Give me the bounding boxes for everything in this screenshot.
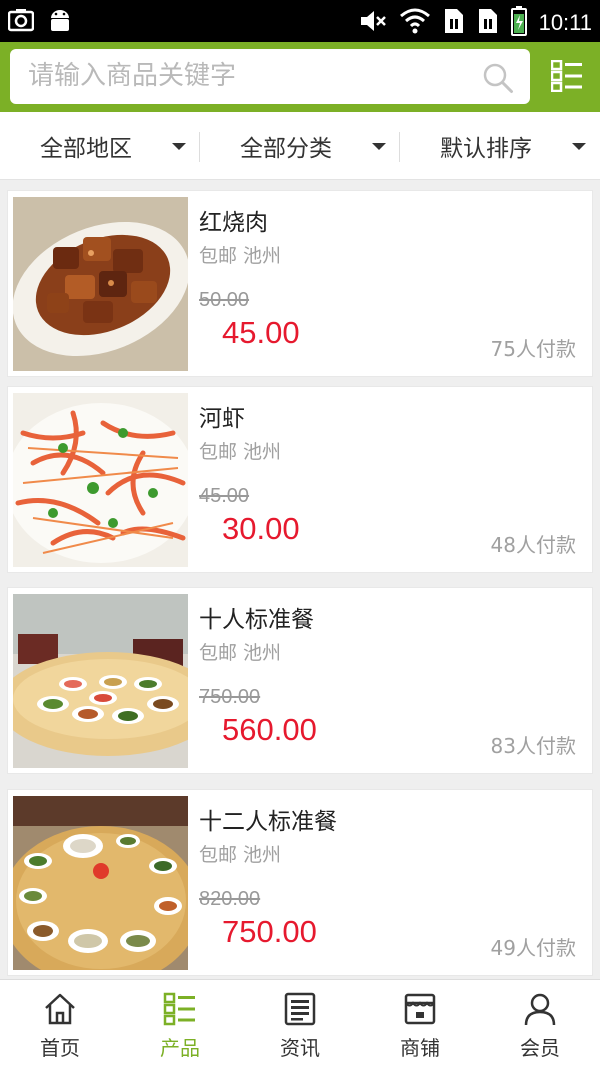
original-price: 50.00 xyxy=(199,289,250,311)
sim2-icon xyxy=(477,7,499,39)
search-icon[interactable] xyxy=(482,62,514,98)
nav-member-label: 会员 xyxy=(520,1036,560,1060)
nav-news-label: 资讯 xyxy=(280,1036,320,1060)
caret-down-icon xyxy=(172,143,186,150)
twelve-person-meal-photo[interactable] xyxy=(13,796,188,970)
sim1-icon xyxy=(443,7,465,39)
product-card[interactable]: 十人标准餐 包邮 池州 750.00 560.00 83人付款 xyxy=(7,587,593,774)
category-menu-icon[interactable] xyxy=(550,59,583,96)
paid-count: 48人付款 xyxy=(490,533,576,557)
product-card[interactable]: 河虾 包邮 池州 45.00 30.00 48人付款 xyxy=(7,386,593,573)
ten-person-meal-photo[interactable] xyxy=(13,594,188,768)
nav-products[interactable]: 产品 xyxy=(120,980,240,1067)
wifi-icon xyxy=(399,8,431,38)
status-bar: 10:11 xyxy=(0,0,600,42)
product-meta: 包邮 池州 xyxy=(199,844,282,866)
sale-price: 45.00 xyxy=(222,315,300,350)
river-shrimp-photo[interactable] xyxy=(13,393,188,567)
bottom-nav: 首页 产品 资讯 商铺 会员 xyxy=(0,979,600,1067)
sale-price: 30.00 xyxy=(222,511,300,546)
product-title[interactable]: 十二人标准餐 xyxy=(199,802,337,836)
filter-category[interactable]: 全部分类 xyxy=(200,112,400,180)
product-card[interactable]: 十二人标准餐 包邮 池州 820.00 750.00 49人付款 xyxy=(7,789,593,976)
clock: 10:11 xyxy=(538,10,592,35)
original-price: 45.00 xyxy=(199,485,250,507)
search-input[interactable] xyxy=(28,55,468,97)
product-meta: 包邮 池州 xyxy=(199,441,282,463)
android-icon xyxy=(48,7,72,37)
caret-down-icon xyxy=(372,143,386,150)
product-title[interactable]: 十人标准餐 xyxy=(199,600,314,634)
news-icon xyxy=(283,992,317,1030)
product-title[interactable]: 河虾 xyxy=(199,399,245,433)
paid-count: 75人付款 xyxy=(490,337,576,361)
mute-icon xyxy=(359,8,387,38)
filter-sort-label: 默认排序 xyxy=(440,136,532,162)
nav-news[interactable]: 资讯 xyxy=(240,980,360,1067)
original-price: 820.00 xyxy=(199,888,261,910)
search-header xyxy=(0,42,600,112)
filter-bar: 全部地区 全部分类 默认排序 xyxy=(0,112,600,180)
battery-charging-icon xyxy=(510,6,527,40)
filter-category-label: 全部分类 xyxy=(240,136,332,162)
filter-sort[interactable]: 默认排序 xyxy=(400,112,600,180)
screenshot-icon xyxy=(7,8,35,36)
product-title[interactable]: 红烧肉 xyxy=(199,203,268,237)
search-box[interactable] xyxy=(10,49,530,104)
home-icon xyxy=(43,992,77,1030)
product-list-icon xyxy=(163,992,197,1030)
filter-region[interactable]: 全部地区 xyxy=(0,112,200,180)
filter-region-label: 全部地区 xyxy=(40,136,132,162)
sale-price: 750.00 xyxy=(222,914,317,949)
shop-icon xyxy=(403,992,437,1030)
paid-count: 83人付款 xyxy=(490,734,576,758)
product-meta: 包邮 池州 xyxy=(199,245,282,267)
braised-pork-photo[interactable] xyxy=(13,197,188,371)
product-card[interactable]: 红烧肉 包邮 池州 50.00 45.00 75人付款 xyxy=(7,190,593,377)
nav-products-label: 产品 xyxy=(160,1036,200,1060)
sale-price: 560.00 xyxy=(222,712,317,747)
paid-count: 49人付款 xyxy=(490,936,576,960)
nav-home-label: 首页 xyxy=(40,1036,80,1060)
caret-down-icon xyxy=(572,143,586,150)
nav-member[interactable]: 会员 xyxy=(480,980,600,1067)
nav-shop[interactable]: 商铺 xyxy=(360,980,480,1067)
product-meta: 包邮 池州 xyxy=(199,642,282,664)
original-price: 750.00 xyxy=(199,686,261,708)
member-icon xyxy=(523,992,557,1030)
nav-shop-label: 商铺 xyxy=(400,1036,440,1060)
nav-home[interactable]: 首页 xyxy=(0,980,120,1067)
